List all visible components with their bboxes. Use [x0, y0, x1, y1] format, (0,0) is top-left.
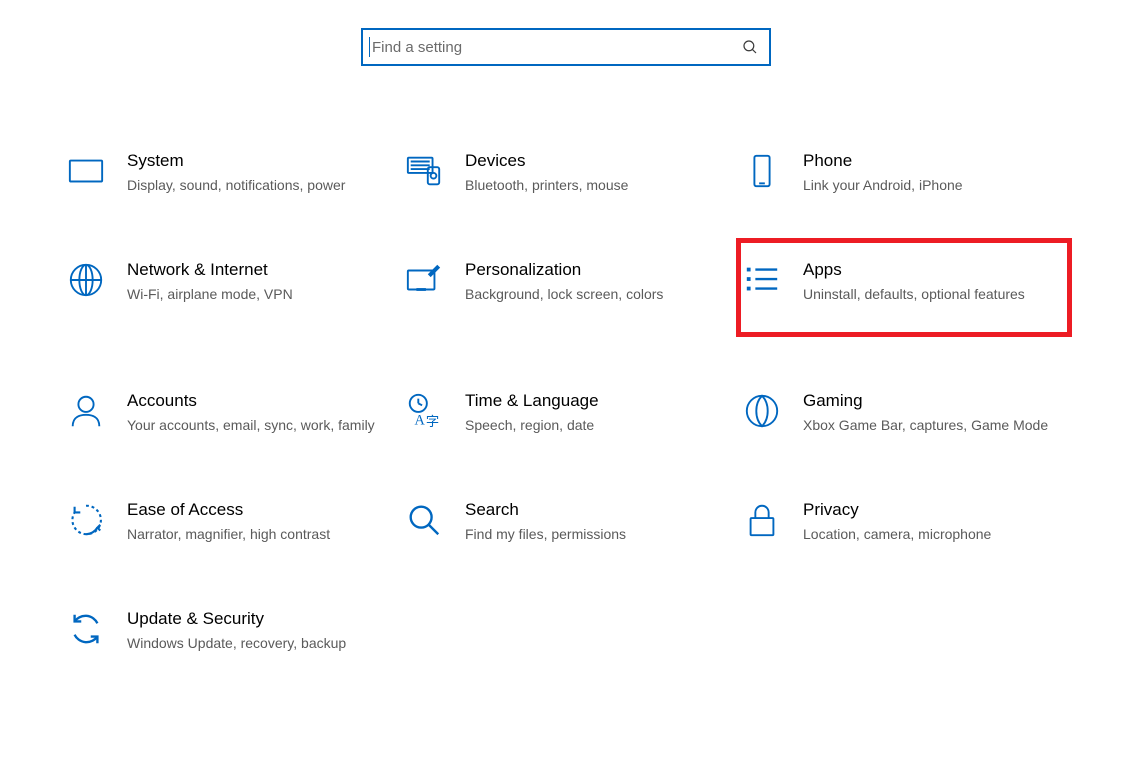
network-icon	[67, 261, 105, 299]
tile-text: Gaming Xbox Game Bar, captures, Game Mod…	[803, 390, 1059, 435]
tile-desc: Find my files, permissions	[465, 525, 713, 544]
tile-text: Phone Link your Android, iPhone	[803, 150, 1059, 195]
tile-title: Time & Language	[465, 390, 713, 412]
tile-title: Search	[465, 499, 713, 521]
search-container	[0, 0, 1132, 86]
tile-title: Accounts	[127, 390, 375, 412]
privacy-icon	[743, 501, 781, 539]
tile-desc: Narrator, magnifier, high contrast	[127, 525, 375, 544]
tile-desc: Your accounts, email, sync, work, family	[127, 416, 375, 435]
tile-desc: Display, sound, notifications, power	[127, 176, 375, 195]
tile-ease-of-access[interactable]: Ease of Access Narrator, magnifier, high…	[63, 491, 393, 552]
tile-accounts[interactable]: Accounts Your accounts, email, sync, wor…	[63, 382, 393, 443]
tile-title: Gaming	[803, 390, 1051, 412]
tile-devices[interactable]: Devices Bluetooth, printers, mouse	[401, 142, 731, 203]
tile-text: Personalization Background, lock screen,…	[465, 259, 721, 304]
tile-network[interactable]: Network & Internet Wi-Fi, airplane mode,…	[63, 251, 393, 334]
tile-title: Privacy	[803, 499, 1051, 521]
tile-text: Devices Bluetooth, printers, mouse	[465, 150, 721, 195]
tile-text: Ease of Access Narrator, magnifier, high…	[127, 499, 383, 544]
tile-text: Time & Language Speech, region, date	[465, 390, 721, 435]
tile-phone[interactable]: Phone Link your Android, iPhone	[739, 142, 1069, 203]
tile-title: Network & Internet	[127, 259, 375, 281]
search-icon	[741, 38, 759, 56]
tile-desc: Speech, region, date	[465, 416, 713, 435]
ease-of-access-icon	[67, 501, 105, 539]
tile-privacy[interactable]: Privacy Location, camera, microphone	[739, 491, 1069, 552]
tile-desc: Windows Update, recovery, backup	[127, 634, 375, 653]
tile-search[interactable]: Search Find my files, permissions	[401, 491, 731, 552]
search-tile-icon	[405, 501, 443, 539]
tile-desc: Bluetooth, printers, mouse	[465, 176, 713, 195]
tile-text: Network & Internet Wi-Fi, airplane mode,…	[127, 259, 383, 304]
tile-time-language[interactable]: A 字 Time & Language Speech, region, date	[401, 382, 731, 443]
gaming-icon	[743, 392, 781, 430]
text-caret	[369, 37, 370, 57]
tile-text: Accounts Your accounts, email, sync, wor…	[127, 390, 383, 435]
personalization-icon	[405, 261, 443, 299]
apps-icon	[743, 261, 781, 299]
tile-title: Personalization	[465, 259, 713, 281]
tile-title: Ease of Access	[127, 499, 375, 521]
tile-title: Phone	[803, 150, 1051, 172]
tile-gaming[interactable]: Gaming Xbox Game Bar, captures, Game Mod…	[739, 382, 1069, 443]
svg-text:A: A	[415, 412, 426, 428]
tile-text: System Display, sound, notifications, po…	[127, 150, 383, 195]
tile-desc: Background, lock screen, colors	[465, 285, 713, 304]
phone-icon	[743, 152, 781, 190]
tile-desc: Uninstall, defaults, optional features	[803, 285, 1051, 304]
tile-personalization[interactable]: Personalization Background, lock screen,…	[401, 251, 731, 334]
tile-desc: Wi-Fi, airplane mode, VPN	[127, 285, 375, 304]
tile-text: Privacy Location, camera, microphone	[803, 499, 1059, 544]
search-box[interactable]	[361, 28, 771, 66]
time-language-icon: A 字	[405, 392, 443, 430]
tile-update-security[interactable]: Update & Security Windows Update, recove…	[63, 600, 393, 661]
tile-title: System	[127, 150, 375, 172]
system-icon	[67, 152, 105, 190]
tile-title: Devices	[465, 150, 713, 172]
svg-text:字: 字	[426, 414, 439, 429]
tile-desc: Location, camera, microphone	[803, 525, 1051, 544]
tile-desc: Link your Android, iPhone	[803, 176, 1051, 195]
tile-text: Search Find my files, permissions	[465, 499, 721, 544]
devices-icon	[405, 152, 443, 190]
tile-title: Update & Security	[127, 608, 375, 630]
tile-text: Update & Security Windows Update, recove…	[127, 608, 383, 653]
tile-text: Apps Uninstall, defaults, optional featu…	[803, 259, 1059, 304]
update-security-icon	[67, 610, 105, 648]
settings-grid: System Display, sound, notifications, po…	[56, 86, 1076, 661]
tile-system[interactable]: System Display, sound, notifications, po…	[63, 142, 393, 203]
accounts-icon	[67, 392, 105, 430]
tile-apps[interactable]: Apps Uninstall, defaults, optional featu…	[739, 241, 1069, 334]
tile-title: Apps	[803, 259, 1051, 281]
tile-desc: Xbox Game Bar, captures, Game Mode	[803, 416, 1051, 435]
search-input[interactable]	[372, 39, 741, 56]
